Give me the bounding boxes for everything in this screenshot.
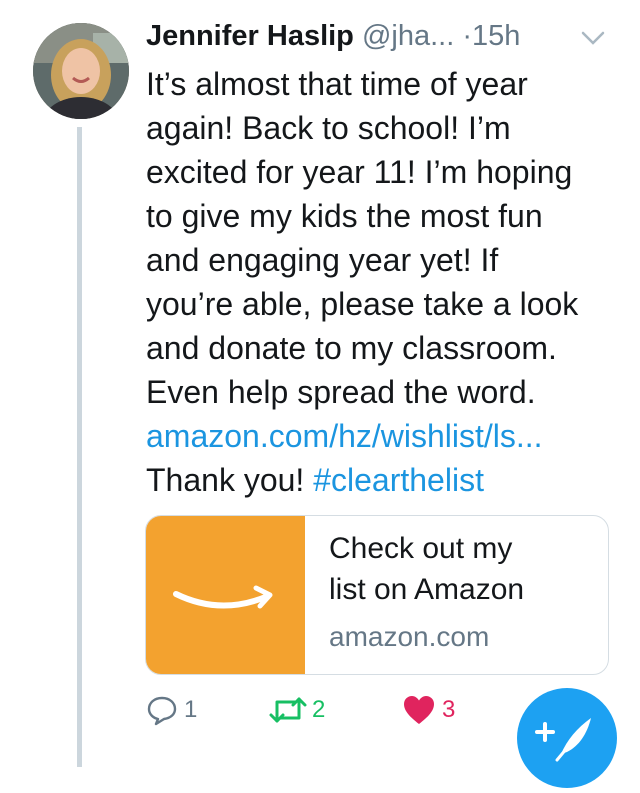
author-handle[interactable]: @jha... xyxy=(362,20,454,52)
heart-icon xyxy=(404,696,434,724)
tweet-text-line: Even help spread the word. xyxy=(146,374,536,410)
tweet-text-line: you’re able, please take a look xyxy=(146,286,579,322)
compose-tweet-button[interactable] xyxy=(517,688,617,788)
tweet-time[interactable]: 15h xyxy=(472,20,520,52)
link-preview-card[interactable]: Check out my list on Amazon amazon.com xyxy=(145,515,609,675)
tweet-header: Jennifer Haslip @jha... ·15h xyxy=(146,14,626,58)
separator-dot: · xyxy=(462,20,473,52)
hashtag-link[interactable]: #clearthelist xyxy=(313,462,484,498)
compose-tweet-icon xyxy=(535,718,591,762)
tweet-text-line: excited for year 11! I’m hoping xyxy=(146,154,573,190)
card-domain: amazon.com xyxy=(329,621,490,652)
retweet-icon xyxy=(269,697,307,723)
like-button[interactable]: 3 xyxy=(402,690,455,730)
retweet-button[interactable]: 2 xyxy=(268,690,325,730)
tweet-text-line: again! Back to school! I’m xyxy=(146,110,511,146)
card-title-line: Check out my xyxy=(329,532,513,565)
card-title-line: list on Amazon xyxy=(329,573,525,606)
tweet-text-line: and donate to my classroom. xyxy=(146,330,557,366)
reply-icon xyxy=(147,696,177,726)
tweet-text-line: and engaging year yet! If xyxy=(146,242,499,278)
avatar-image xyxy=(33,23,129,119)
tweet-text-line: It’s almost that time of year xyxy=(146,66,528,102)
thread-line xyxy=(77,127,82,767)
author-name[interactable]: Jennifer Haslip xyxy=(146,20,354,52)
avatar[interactable] xyxy=(33,23,129,119)
like-count: 3 xyxy=(442,696,456,723)
retweet-count: 2 xyxy=(312,696,326,723)
amazon-smile-logo xyxy=(173,585,273,609)
tweet-actions: 1 2 3 xyxy=(146,690,526,730)
tweet-text: It’s almost that time of year again! Bac… xyxy=(146,62,626,502)
reply-button[interactable]: 1 xyxy=(146,690,197,730)
wishlist-link[interactable]: amazon.com/hz/wishlist/ls... xyxy=(146,414,626,458)
closing-text: Thank you! xyxy=(146,462,314,498)
tweet-text-line: to give my kids the most fun xyxy=(146,198,543,234)
tweet-text-closing-line: Thank you! #clearthelist xyxy=(146,458,626,502)
reply-count: 1 xyxy=(184,696,198,723)
card-title: Check out my list on Amazon xyxy=(329,528,589,610)
card-image xyxy=(146,516,305,674)
chevron-down-icon[interactable] xyxy=(580,30,606,46)
